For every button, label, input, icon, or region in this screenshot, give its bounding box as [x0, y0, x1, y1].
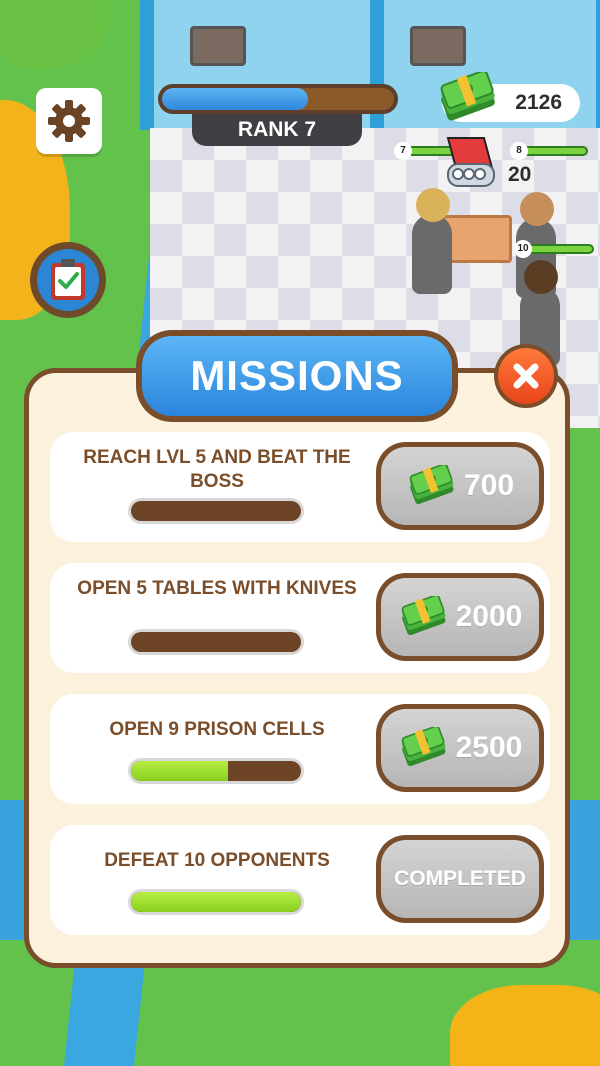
gear-icon	[48, 100, 90, 142]
mission-label: REACH LVL 5 AND BEAT THE BOSS	[83, 447, 351, 492]
bed	[410, 26, 466, 66]
health-bar	[518, 146, 588, 156]
prisoner-character	[412, 188, 452, 294]
level-badge: 7	[394, 142, 412, 160]
bed	[190, 26, 246, 66]
mission-progress-fill	[131, 892, 301, 912]
claim-reward-button[interactable]: 2500	[376, 704, 544, 792]
mission-progress-bar	[128, 889, 304, 915]
mission-card: REACH LVL 5 AND BEAT THE BOSS 700	[50, 432, 550, 542]
level-badge: 8	[510, 142, 528, 160]
item-count: 20	[508, 163, 532, 186]
completed-button[interactable]: COMPLETED	[376, 835, 544, 923]
reward-amount: 2000	[455, 600, 523, 633]
rank-label: RANK 7	[192, 114, 362, 146]
missions-button[interactable]	[30, 242, 106, 318]
mission-label: OPEN 5 TABLES WITH KNIVES	[77, 578, 357, 599]
settings-button[interactable]	[36, 88, 102, 154]
reward-amount: 2500	[455, 731, 523, 764]
level-badge: 10	[514, 240, 532, 258]
rank-progress-bar	[158, 84, 398, 114]
missions-title: MISSIONS	[142, 336, 452, 416]
mission-progress-bar	[128, 498, 304, 524]
close-icon	[513, 363, 539, 389]
claim-reward-button[interactable]: 700	[376, 442, 544, 530]
mission-card: OPEN 5 TABLES WITH KNIVES 2000	[50, 563, 550, 673]
missions-title-banner: MISSIONS	[136, 330, 458, 422]
cash-icon	[440, 72, 495, 121]
health-bar	[524, 244, 594, 254]
mission-progress-bar	[128, 629, 304, 655]
mission-progress-fill	[131, 761, 228, 781]
cash-icon	[401, 596, 446, 636]
mission-card: OPEN 9 PRISON CELLS 2500	[50, 694, 550, 804]
clipboard-check-icon	[51, 259, 85, 300]
mission-label: OPEN 9 PRISON CELLS	[109, 719, 325, 740]
cash-icon	[409, 465, 454, 505]
completed-label: COMPLETED	[394, 867, 526, 890]
money-amount: 2126	[515, 91, 562, 114]
close-button[interactable]	[494, 344, 558, 408]
mission-progress-bar	[128, 758, 304, 784]
mission-label: DEFEAT 10 OPPONENTS	[104, 850, 330, 871]
claim-reward-button[interactable]: 2000	[376, 573, 544, 661]
rank-progress-fill	[162, 88, 309, 110]
reward-amount: 700	[463, 469, 515, 502]
cash-icon	[401, 727, 446, 767]
brass-knuckles-icon	[446, 137, 495, 187]
mission-card: DEFEAT 10 OPPONENTS COMPLETED	[50, 825, 550, 935]
tree	[450, 985, 600, 1066]
